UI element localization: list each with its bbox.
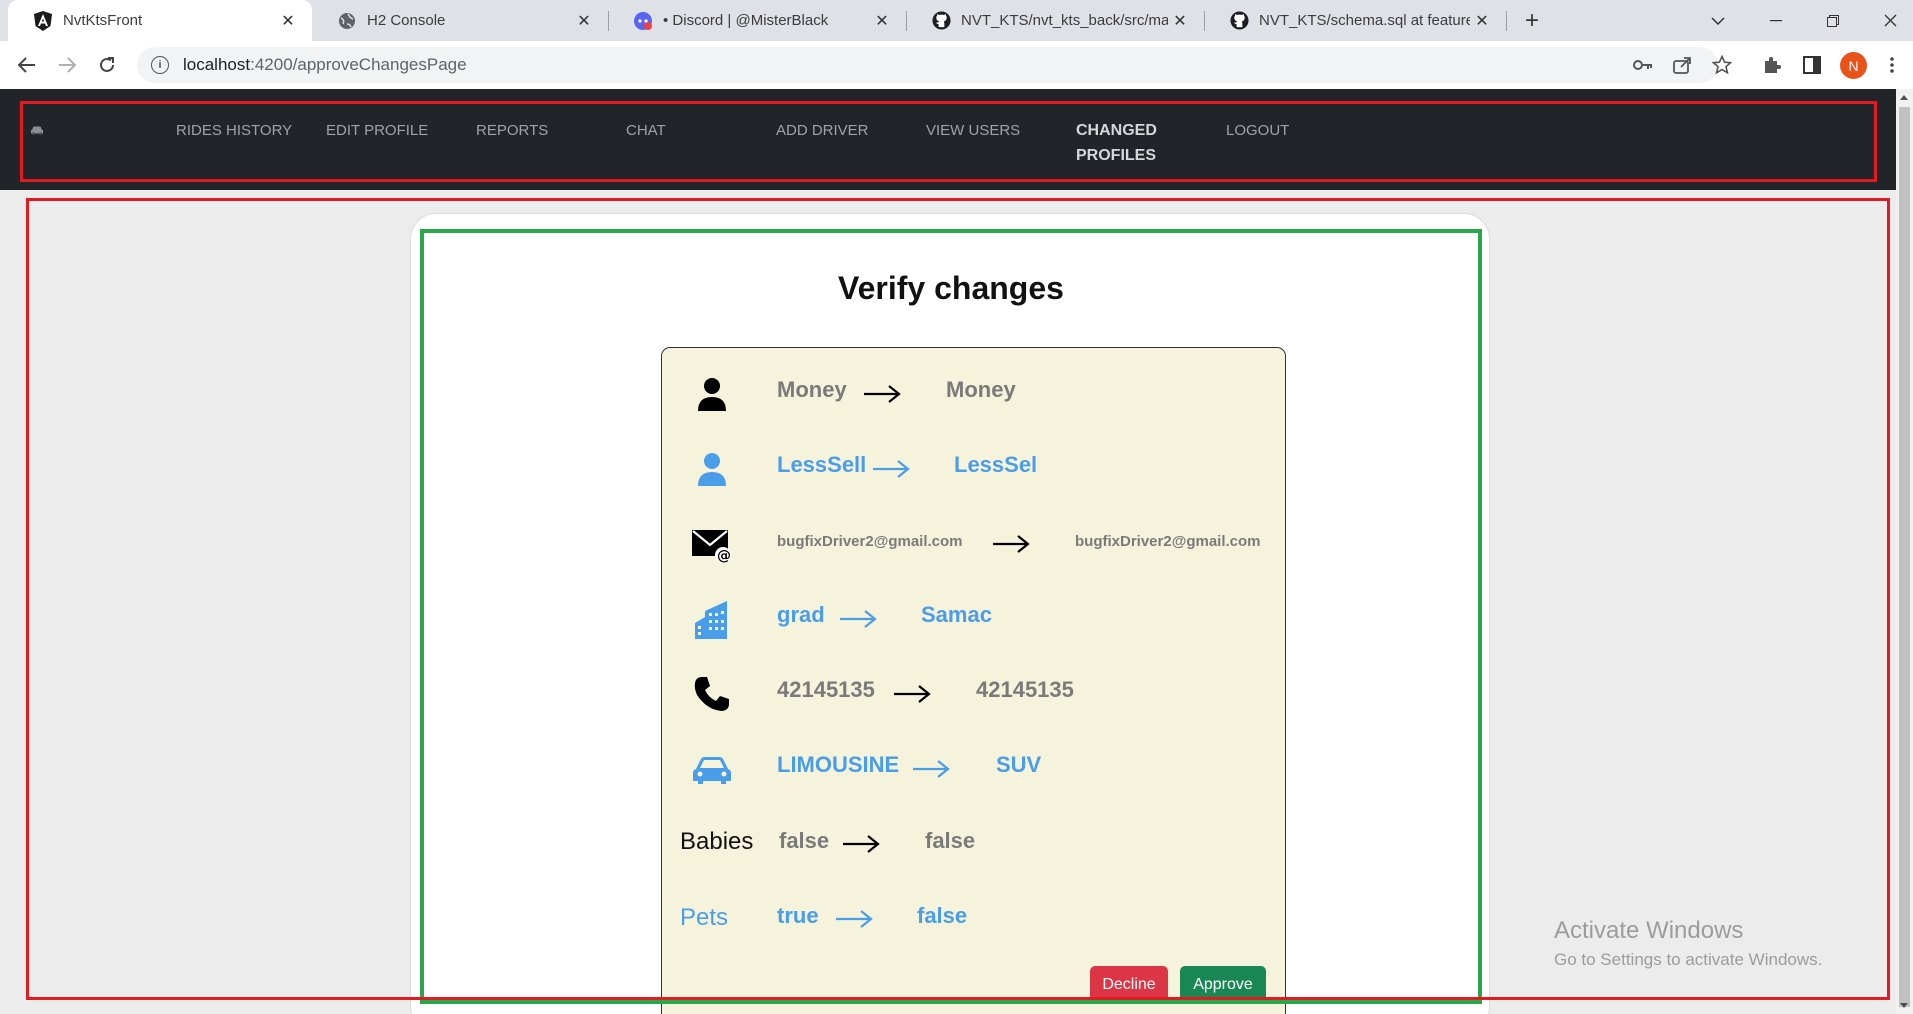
github-icon bbox=[931, 11, 951, 31]
minimize-icon bbox=[1770, 19, 1782, 21]
github-icon bbox=[1229, 11, 1249, 31]
tab-divider bbox=[1506, 11, 1507, 31]
activate-windows-title: Activate Windows bbox=[1554, 917, 1744, 944]
browser-toolbar: i localhost:4200/approveChangesPage N bbox=[0, 41, 1913, 89]
url-text: localhost:4200/approveChangesPage bbox=[183, 55, 467, 75]
annotation-box-content bbox=[26, 198, 1890, 1000]
close-icon[interactable]: ✕ bbox=[572, 9, 596, 33]
restore-button[interactable] bbox=[1810, 0, 1856, 41]
tab-h2-console[interactable]: H2 Console ✕ bbox=[312, 0, 608, 41]
info-icon[interactable]: i bbox=[151, 56, 169, 74]
close-icon[interactable]: ✕ bbox=[870, 9, 894, 33]
annotation-box-navbar bbox=[20, 101, 1877, 182]
close-window-button[interactable] bbox=[1867, 0, 1913, 41]
side-panel-icon[interactable] bbox=[1800, 53, 1824, 77]
tab-discord[interactable]: • Discord | @MisterBlack ✕ bbox=[608, 0, 906, 41]
close-icon bbox=[1884, 14, 1896, 27]
share-icon[interactable] bbox=[1670, 53, 1694, 77]
tab-github-schema[interactable]: NVT_KTS/schema.sql at feature_b ✕ bbox=[1204, 0, 1506, 41]
chevron-down-icon bbox=[1711, 16, 1725, 25]
page-scrollbar[interactable] bbox=[1896, 89, 1913, 1014]
extensions-icon[interactable] bbox=[1760, 53, 1784, 77]
angular-icon bbox=[33, 10, 53, 31]
tab-title: • Discord | @MisterBlack bbox=[663, 12, 829, 29]
restore-icon bbox=[1827, 14, 1839, 27]
forward-button[interactable] bbox=[52, 50, 82, 80]
url-path: :4200/approveChangesPage bbox=[250, 55, 467, 74]
tab-nvtktsfront[interactable]: NvtKtsFront ✕ bbox=[8, 0, 312, 41]
globe-icon bbox=[337, 11, 357, 31]
tab-search-button[interactable] bbox=[1695, 0, 1741, 41]
back-button[interactable] bbox=[12, 50, 42, 80]
tab-title: NVT_KTS/nvt_kts_back/src/main/ bbox=[961, 12, 1168, 29]
scroll-thumb[interactable] bbox=[1899, 107, 1910, 1007]
activate-windows-subtitle: Go to Settings to activate Windows. bbox=[1554, 950, 1823, 969]
reload-icon bbox=[100, 57, 114, 72]
key-icon[interactable] bbox=[1631, 53, 1655, 77]
minimize-button[interactable] bbox=[1753, 0, 1799, 41]
reload-button[interactable] bbox=[92, 50, 122, 80]
arrow-right-icon bbox=[59, 57, 76, 73]
browser-tab-strip: NvtKtsFront ✕ H2 Console ✕ • Discord | @… bbox=[0, 0, 1913, 41]
tab-title: H2 Console bbox=[367, 12, 446, 29]
close-icon[interactable]: ✕ bbox=[1168, 9, 1192, 33]
arrow-left-icon bbox=[18, 57, 35, 73]
url-host: localhost bbox=[183, 55, 251, 74]
scroll-down-icon[interactable] bbox=[1900, 1003, 1908, 1008]
star-icon[interactable] bbox=[1710, 53, 1734, 77]
menu-icon[interactable] bbox=[1880, 53, 1904, 77]
discord-icon bbox=[633, 11, 653, 31]
tab-title: NvtKtsFront bbox=[63, 12, 143, 29]
profile-avatar[interactable]: N bbox=[1840, 52, 1867, 79]
tab-title: NVT_KTS/schema.sql at feature_b bbox=[1259, 12, 1470, 29]
tab-github-back[interactable]: NVT_KTS/nvt_kts_back/src/main/ ✕ bbox=[906, 0, 1204, 41]
scroll-up-icon[interactable] bbox=[1900, 95, 1908, 100]
new-tab-button[interactable]: + bbox=[1518, 7, 1546, 35]
close-icon[interactable]: ✕ bbox=[276, 9, 300, 33]
close-icon[interactable]: ✕ bbox=[1470, 9, 1494, 33]
address-bar[interactable]: i localhost:4200/approveChangesPage bbox=[137, 47, 1718, 83]
